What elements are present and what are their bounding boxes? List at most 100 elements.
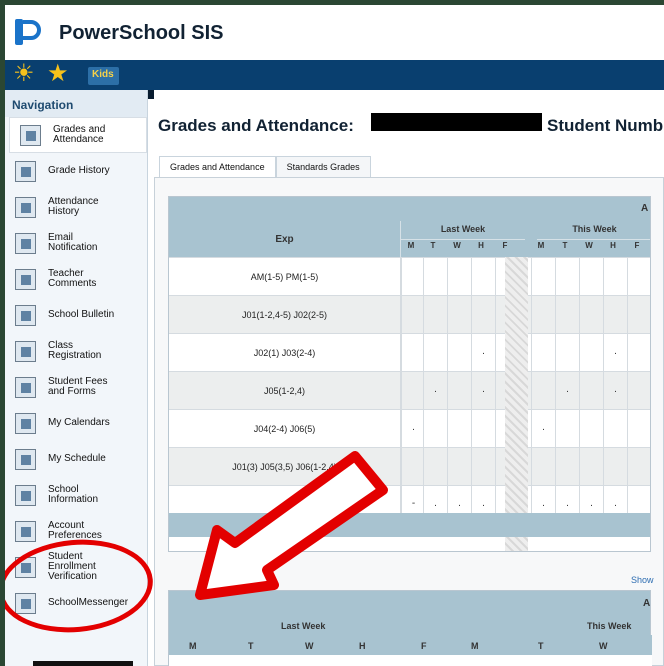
registration-icon xyxy=(15,340,36,362)
attendance-cell[interactable] xyxy=(423,410,447,448)
attendance-cell[interactable] xyxy=(603,410,627,448)
sidebar-item-0[interactable]: Grades and Attendance xyxy=(9,117,147,153)
student-number-label: Student Numb xyxy=(547,116,664,135)
attendance-cell[interactable] xyxy=(579,334,603,372)
attendance-cell[interactable] xyxy=(531,448,555,486)
attendance-cell[interactable]: . xyxy=(531,410,555,448)
attendance-cell[interactable] xyxy=(603,448,627,486)
attendance-cell[interactable] xyxy=(579,372,603,410)
second-table-row xyxy=(169,655,652,666)
attendance-cell[interactable] xyxy=(401,296,425,334)
sidebar-item-5[interactable]: School Bulletin xyxy=(5,297,147,333)
attendance-cell[interactable] xyxy=(471,296,495,334)
attendance-cell[interactable] xyxy=(579,410,603,448)
attendance-cell[interactable] xyxy=(603,296,627,334)
attendance-cell[interactable] xyxy=(447,448,471,486)
sidebar-item-label: School Information xyxy=(48,484,99,505)
exp-cell: J01(1-2,4-5) J02(2-5) xyxy=(169,296,401,334)
attendance-cell[interactable]: . xyxy=(555,372,579,410)
sidebar-item-1[interactable]: Grade History xyxy=(5,153,147,189)
attendance-cell[interactable]: . xyxy=(401,410,425,448)
exp-cell: J02(1) J03(2-4) xyxy=(169,334,401,372)
sidebar-item-4[interactable]: Teacher Comments xyxy=(5,261,147,297)
sidebar-item-label: Teacher Comments xyxy=(48,268,97,289)
attendance-cell[interactable] xyxy=(401,448,425,486)
sun-icon[interactable]: ☀ xyxy=(13,62,35,86)
history-icon xyxy=(15,160,36,182)
sidebar-item-label: Account Preferences xyxy=(48,520,102,541)
attendance-cell[interactable] xyxy=(447,296,471,334)
tab-standards-grades[interactable]: Standards Grades xyxy=(275,156,371,177)
sidebar-item-6[interactable]: Class Registration xyxy=(5,333,147,369)
attendance-cell[interactable] xyxy=(423,448,447,486)
day-header: W xyxy=(585,241,593,250)
attendance-cell[interactable] xyxy=(447,334,471,372)
attendance-cell[interactable] xyxy=(627,334,650,372)
tab-grades-and-attendance[interactable]: Grades and Attendance xyxy=(159,156,276,177)
attendance-cell[interactable] xyxy=(627,296,650,334)
attendance-cell[interactable] xyxy=(531,296,555,334)
attendance-cell[interactable]: . xyxy=(603,334,627,372)
attendance-cell[interactable] xyxy=(627,372,650,410)
exp-cell: J04(2-4) J06(5) xyxy=(169,410,401,448)
sidebar-item-9[interactable]: My Schedule xyxy=(5,441,147,477)
exp-cell: AM(1-5) PM(1-5) xyxy=(169,258,401,296)
attendance-cell[interactable] xyxy=(401,258,425,296)
day-header: M xyxy=(537,241,545,250)
sidebar-item-8[interactable]: My Calendars xyxy=(5,405,147,441)
school-icon xyxy=(15,484,36,506)
header-bar: PowerSchool SIS xyxy=(5,5,664,60)
attendance-cell[interactable] xyxy=(555,258,579,296)
sidebar-item-7[interactable]: Student Fees and Forms xyxy=(5,369,147,405)
sidebar-item-3[interactable]: Email Notification xyxy=(5,225,147,261)
attendance-cell[interactable] xyxy=(627,448,650,486)
attendance-cell[interactable] xyxy=(401,334,425,372)
day-header: W xyxy=(453,241,461,250)
attendance-cell[interactable] xyxy=(423,334,447,372)
second-table-day-header: M xyxy=(189,641,197,651)
attendance-cell[interactable]: . xyxy=(471,372,495,410)
attendance-cell[interactable]: . xyxy=(603,372,627,410)
attendance-cell[interactable] xyxy=(555,410,579,448)
day-header: H xyxy=(610,241,616,250)
table-header: Exp Last Week This Week MTWHFMTWHF xyxy=(169,221,650,257)
attendance-cell[interactable] xyxy=(555,296,579,334)
attendance-cell[interactable] xyxy=(603,258,627,296)
attendance-cell[interactable] xyxy=(531,372,555,410)
sidebar-item-10[interactable]: School Information xyxy=(5,477,147,513)
attendance-cell[interactable] xyxy=(531,334,555,372)
attendance-cell[interactable] xyxy=(579,258,603,296)
attendance-cell[interactable]: . xyxy=(471,334,495,372)
second-last-week-header: Last Week xyxy=(281,621,326,631)
attendance-cell[interactable] xyxy=(555,334,579,372)
sidebar-title: Navigation xyxy=(5,90,147,117)
attendance-cell[interactable] xyxy=(579,296,603,334)
sidebar-item-2[interactable]: Attendance History xyxy=(5,189,147,225)
powerschool-logo-icon xyxy=(15,19,41,45)
bulletin-icon xyxy=(15,304,36,326)
attendance-cell[interactable] xyxy=(401,372,425,410)
attendance-cell[interactable] xyxy=(447,410,471,448)
show-link[interactable]: Show xyxy=(631,575,654,585)
attendance-cell[interactable] xyxy=(447,372,471,410)
attendance-cell[interactable] xyxy=(423,296,447,334)
red-arrow-annotation xyxy=(195,451,388,600)
attendance-cell[interactable] xyxy=(471,410,495,448)
attendance-cell[interactable]: . xyxy=(423,372,447,410)
attendance-cell[interactable] xyxy=(555,448,579,486)
attendance-cell[interactable] xyxy=(531,258,555,296)
kids-button[interactable]: Kids xyxy=(88,67,119,85)
attendance-cell[interactable] xyxy=(471,448,495,486)
sidebar-item-label: Class Registration xyxy=(48,340,102,361)
attendance-cell[interactable] xyxy=(423,258,447,296)
table-row: AM(1-5) PM(1-5) xyxy=(169,257,650,296)
attendance-cell[interactable] xyxy=(627,258,650,296)
star-icon[interactable]: ★ xyxy=(47,62,69,86)
exp-cell: J05(1-2,4) xyxy=(169,372,401,410)
attendance-cell[interactable] xyxy=(579,448,603,486)
table-row: J02(1) J03(2-4).. xyxy=(169,333,650,372)
attendance-cell[interactable] xyxy=(627,410,650,448)
attendance-cell[interactable] xyxy=(471,258,495,296)
second-table-day-header: W xyxy=(599,641,608,651)
attendance-cell[interactable] xyxy=(447,258,471,296)
